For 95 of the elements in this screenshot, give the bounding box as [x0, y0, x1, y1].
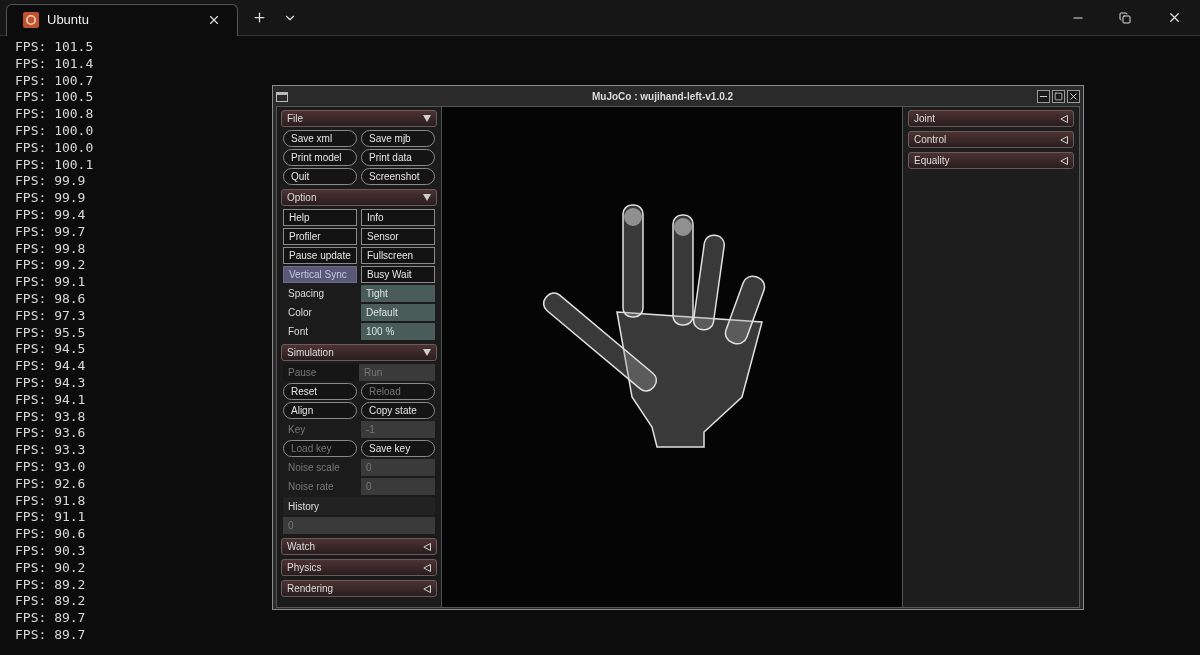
section-header[interactable]: File	[281, 110, 437, 127]
terminal-line: FPS: 100.8	[15, 106, 94, 123]
section-title: Control	[914, 134, 947, 145]
terminal-line: FPS: 98.6	[15, 290, 86, 308]
toggle-button[interactable]: Sensor	[361, 228, 435, 245]
toggle-button[interactable]: Info	[361, 209, 435, 226]
tab-title: Ubuntu	[47, 11, 90, 30]
terminal-line: FPS: 99.1	[15, 274, 86, 291]
close-window-icon[interactable]	[1067, 90, 1080, 103]
maximize-icon[interactable]	[1052, 90, 1065, 103]
terminal-line: FPS: 89.2	[15, 576, 86, 594]
terminal-line: FPS: 92.6	[15, 475, 86, 493]
section-title: Physics	[287, 562, 322, 573]
option-label: Key	[287, 423, 307, 437]
section-header[interactable]: Simulation	[281, 344, 437, 361]
terminal-line: FPS: 99.9	[15, 190, 86, 207]
pill-button[interactable]: Align	[283, 402, 357, 419]
terminal-line: FPS: 90.3	[15, 542, 86, 560]
section-title: Simulation	[287, 347, 334, 358]
pill-button[interactable]: Print data	[361, 149, 435, 166]
pill-button[interactable]: Save mjb	[361, 130, 435, 147]
terminal-line: FPS: 99.2	[15, 257, 86, 275]
terminal-line: FPS: 97.3	[15, 307, 86, 325]
option-label: Noise rate	[287, 480, 335, 494]
section-title: Joint	[914, 113, 936, 124]
toggle-button[interactable]: Pause update	[283, 247, 357, 264]
terminal-line: FPS: 90.6	[15, 526, 86, 543]
terminal-line: FPS: 99.9	[15, 173, 86, 191]
terminal-line: FPS: 89.7	[15, 610, 86, 627]
pill-button[interactable]: Reset	[283, 383, 357, 400]
terminal-line: FPS: 100.0	[15, 139, 94, 157]
pill-button[interactable]: Screenshot	[361, 168, 435, 185]
toggle-button[interactable]: Profiler	[283, 228, 357, 245]
section-title: Equality	[914, 155, 950, 166]
terminal-line: FPS: 89.7	[15, 626, 86, 644]
terminal-line: FPS: 99.8	[15, 240, 86, 258]
toggle-button[interactable]: Help	[283, 209, 357, 226]
new-tab-icon[interactable]	[252, 10, 267, 25]
terminal-line: FPS: 91.1	[15, 509, 86, 527]
option-label: Spacing	[287, 287, 326, 301]
option-label: Noise scale	[287, 461, 341, 475]
option-label: Font	[287, 325, 309, 339]
terminal-line: FPS: 101.5	[15, 39, 94, 56]
radio-option[interactable]: Pause	[283, 364, 359, 381]
terminal-line: FPS: 90.2	[15, 559, 86, 577]
terminal-line: FPS: 93.8	[15, 408, 86, 426]
toggle-button[interactable]: Vertical Sync	[283, 266, 357, 283]
terminal-line: FPS: 99.7	[15, 223, 86, 241]
value-field[interactable]: Default	[361, 304, 435, 321]
toggle-button[interactable]: Busy Wait	[361, 266, 435, 283]
pill-button[interactable]: Print model	[283, 149, 357, 166]
pill-button[interactable]: Copy state	[361, 402, 435, 419]
section-header[interactable]: Watch	[281, 538, 437, 555]
close-icon[interactable]	[207, 13, 221, 27]
terminal-line: FPS: 95.5	[15, 324, 86, 342]
terminal-line: FPS: 93.0	[15, 458, 86, 476]
terminal-line: FPS: 100.1	[15, 156, 94, 174]
window-icon	[276, 91, 288, 102]
section-header[interactable]: Rendering	[281, 580, 437, 597]
section-title: Watch	[287, 541, 315, 552]
pill-button[interactable]: Save key	[361, 440, 435, 457]
app-logo-icon	[23, 12, 39, 28]
terminal-line: FPS: 89.2	[15, 593, 86, 611]
terminal-line: FPS: 100.5	[15, 89, 94, 107]
history-label: History	[283, 497, 435, 515]
value-field[interactable]: 100 %	[361, 323, 435, 340]
section-header[interactable]: Physics	[281, 559, 437, 576]
window-title: MuJoCo : wujihand-left-v1.0.2	[590, 90, 735, 104]
terminal-line: FPS: 101.4	[15, 55, 94, 73]
terminal-line: FPS: 100.7	[15, 72, 94, 90]
terminal-line: FPS: 93.3	[15, 442, 86, 459]
minimize-icon[interactable]	[1037, 90, 1050, 103]
section-header[interactable]: Joint	[908, 110, 1074, 127]
section-title: Option	[287, 192, 317, 203]
option-label: Color	[287, 306, 313, 320]
value-field[interactable]: Tight	[361, 285, 435, 302]
terminal-line: FPS: 94.5	[15, 341, 86, 359]
pill-button[interactable]: Quit	[283, 168, 357, 185]
toggle-button[interactable]: Fullscreen	[361, 247, 435, 264]
terminal-line: FPS: 93.6	[15, 425, 86, 443]
restore-icon[interactable]	[1119, 11, 1131, 24]
pill-button[interactable]: Save xml	[283, 130, 357, 147]
section-header[interactable]: Control	[908, 131, 1074, 148]
terminal-line: FPS: 94.3	[15, 374, 86, 392]
terminal-line: FPS: 99.4	[15, 206, 86, 224]
section-header[interactable]: Equality	[908, 152, 1074, 169]
terminal-line: FPS: 94.4	[15, 358, 86, 375]
section-header[interactable]: Option	[281, 189, 437, 206]
section-title: File	[287, 113, 304, 124]
section-title: Rendering	[287, 583, 334, 594]
close-window-icon[interactable]	[1167, 10, 1182, 25]
terminal-tab[interactable]: Ubuntu	[6, 3, 238, 36]
terminal-line: FPS: 94.1	[15, 391, 86, 409]
terminal-line: FPS: 100.0	[15, 123, 94, 140]
terminal-line: FPS: 91.8	[15, 492, 86, 510]
